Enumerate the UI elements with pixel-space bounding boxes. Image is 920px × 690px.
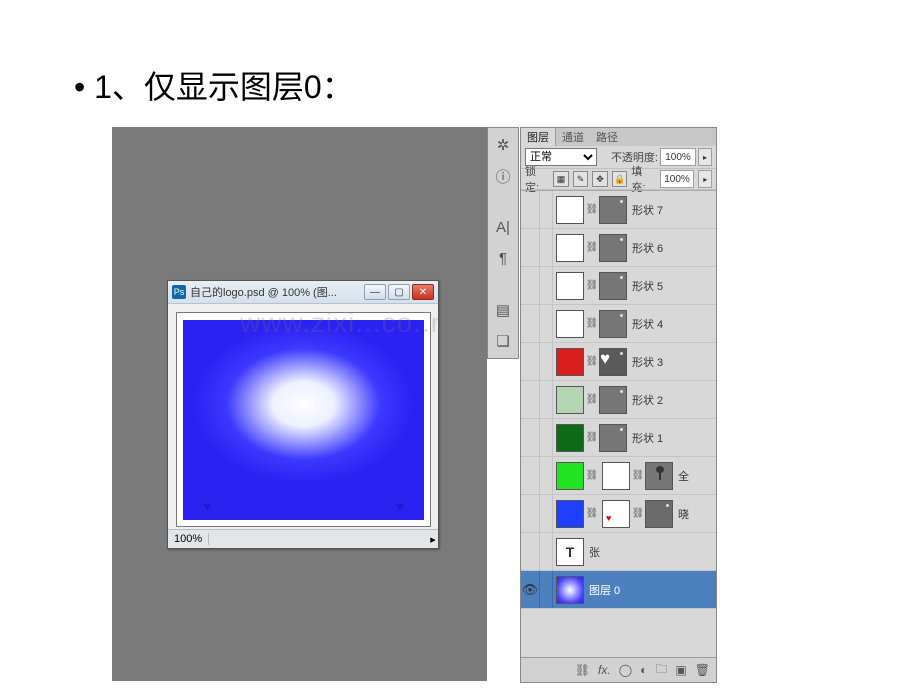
- visibility-toggle[interactable]: [521, 495, 540, 532]
- heart-decoration-icon: ♥: [203, 498, 211, 514]
- heart-decoration-icon: ♥: [396, 498, 404, 514]
- layer-thumbnail: [556, 576, 584, 604]
- paragraph-icon[interactable]: ¶: [492, 248, 514, 269]
- panel-icon-b[interactable]: ❏: [492, 331, 514, 352]
- fill-field[interactable]: 100%: [660, 170, 695, 188]
- link-layers-icon[interactable]: ⛓: [575, 663, 590, 677]
- visibility-toggle[interactable]: [521, 419, 540, 456]
- layer-shape7[interactable]: ⛓ 形状 7: [521, 191, 716, 229]
- layer-label: 晓: [678, 506, 689, 522]
- document-window[interactable]: Ps 自己的logo.psd @ 100% (图... — ▢ ✕ ♥ ♥ 10…: [167, 280, 439, 549]
- lock-all-icon[interactable]: 🔒: [612, 171, 628, 187]
- visibility-toggle[interactable]: 👁: [521, 571, 540, 608]
- close-button[interactable]: ✕: [412, 284, 434, 300]
- visibility-toggle[interactable]: [521, 343, 540, 380]
- panel-tabs: 图层 通道 路径: [521, 128, 716, 146]
- visibility-toggle[interactable]: [521, 267, 540, 304]
- canvas-frame: ♥ ♥: [176, 312, 431, 527]
- chain-icon: ⛓: [587, 204, 597, 215]
- maximize-button[interactable]: ▢: [388, 284, 410, 300]
- layer-label: 形状 2: [632, 392, 663, 408]
- visibility-toggle[interactable]: [521, 457, 540, 494]
- tab-channels[interactable]: 通道: [556, 128, 590, 146]
- layer-shape6[interactable]: ⛓ 形状 6: [521, 229, 716, 267]
- layer-shape1[interactable]: ⛓ 形状 1: [521, 419, 716, 457]
- opacity-slider-button[interactable]: ▸: [698, 148, 712, 166]
- minimize-button[interactable]: —: [364, 284, 386, 300]
- layer-label: 全: [678, 468, 689, 484]
- layer-shape4[interactable]: ⛓ 形状 4: [521, 305, 716, 343]
- layer-label: 图层 0: [589, 582, 620, 598]
- visibility-toggle[interactable]: [521, 533, 540, 570]
- layer-text-zhang[interactable]: T 张: [521, 533, 716, 571]
- canvas[interactable]: ♥ ♥: [183, 320, 424, 520]
- status-arrow-icon[interactable]: ▸: [428, 533, 438, 546]
- visibility-toggle[interactable]: [521, 229, 540, 266]
- new-layer-icon[interactable]: ▣: [675, 663, 686, 677]
- slide-title: • 1、仅显示图层0：: [74, 62, 354, 108]
- layer-shape5[interactable]: ⛓ 形状 5: [521, 267, 716, 305]
- layer-label: 形状 6: [632, 240, 663, 256]
- layer-label: 形状 1: [632, 430, 663, 446]
- group-icon[interactable]: 🗀: [655, 660, 667, 681]
- visibility-toggle[interactable]: [521, 305, 540, 342]
- collapsed-panel-strip: ✲ ⓘ A| ¶ ▤ ❏: [487, 127, 519, 359]
- ps-icon: Ps: [172, 285, 186, 299]
- tab-layers[interactable]: 图层: [521, 128, 556, 146]
- document-titlebar[interactable]: Ps 自己的logo.psd @ 100% (图... — ▢ ✕: [168, 281, 438, 304]
- opacity-field[interactable]: 100%: [660, 148, 696, 166]
- text-layer-icon: T: [556, 538, 584, 566]
- zoom-value[interactable]: 100%: [168, 533, 209, 545]
- panel-icon-a[interactable]: ▤: [492, 299, 514, 320]
- blend-opacity-row: 正常 不透明度: 100% ▸: [521, 146, 716, 169]
- document-status-bar: 100% ▸: [168, 529, 438, 548]
- delete-layer-icon[interactable]: 🗑: [695, 663, 710, 677]
- lock-paint-icon[interactable]: ✎: [573, 171, 589, 187]
- layer-shape2[interactable]: ⛓ 形状 2: [521, 381, 716, 419]
- layer-label: 形状 7: [632, 202, 663, 218]
- document-title: 自己的logo.psd @ 100% (图...: [190, 284, 337, 300]
- lock-transparent-icon[interactable]: ▦: [553, 171, 569, 187]
- layer-quan[interactable]: ⛓ ⛓ 全: [521, 457, 716, 495]
- lock-fill-row: 锁定: ▦ ✎ ✥ 🔒 填充: 100% ▸: [521, 169, 716, 190]
- layer-label: 形状 3: [632, 354, 663, 370]
- layers-list: ⛓ 形状 7 ⛓ 形状 6 ⛓ 形状 5 ⛓ 形状 4: [521, 190, 716, 657]
- layer-mask-icon[interactable]: ◯: [619, 663, 632, 677]
- adjustment-layer-icon[interactable]: ◐: [640, 663, 647, 677]
- visibility-toggle[interactable]: [521, 191, 540, 228]
- character-icon[interactable]: A|: [492, 217, 514, 238]
- tab-paths[interactable]: 路径: [590, 128, 624, 146]
- layer-label: 形状 4: [632, 316, 663, 332]
- layer-style-icon[interactable]: fx.: [598, 663, 611, 677]
- fill-slider-button[interactable]: ▸: [698, 170, 712, 188]
- lock-move-icon[interactable]: ✥: [592, 171, 608, 187]
- layer-label: 张: [589, 544, 600, 560]
- navigator-icon[interactable]: ✲: [492, 134, 514, 155]
- visibility-toggle[interactable]: [521, 381, 540, 418]
- layers-panel: 图层 通道 路径 正常 不透明度: 100% ▸ 锁定: ▦ ✎ ✥ 🔒 填充:…: [520, 127, 717, 683]
- layer-shape3[interactable]: ⛓ 形状 3: [521, 343, 716, 381]
- layer-xiao[interactable]: ⛓ ♥ ⛓ 晓: [521, 495, 716, 533]
- info-icon[interactable]: ⓘ: [492, 165, 514, 186]
- layer-label: 形状 5: [632, 278, 663, 294]
- layers-panel-footer: ⛓ fx. ◯ ◐ 🗀 ▣ 🗑: [521, 657, 716, 682]
- layer-layer0[interactable]: 👁 图层 0: [521, 571, 716, 609]
